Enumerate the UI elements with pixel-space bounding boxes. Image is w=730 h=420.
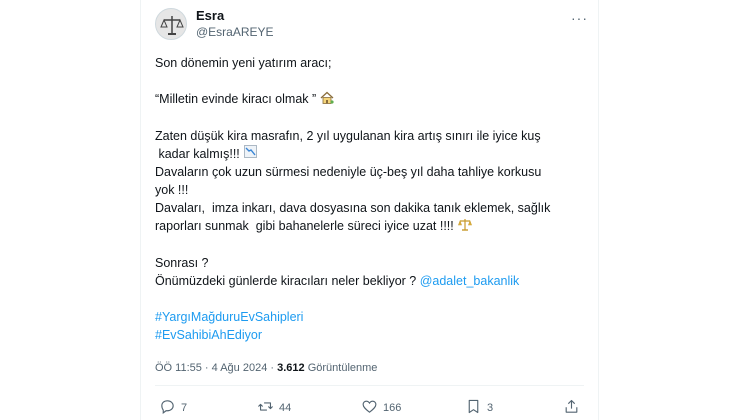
tweet-line: raporları sunmak gibi bahanelerle süreci… — [155, 217, 585, 236]
repost-icon — [257, 398, 274, 418]
tweet-body: Son dönemin yeni yatırım aracı; “Milleti… — [155, 54, 585, 344]
chart-decreasing-icon — [243, 145, 257, 163]
share-icon — [563, 398, 580, 418]
tweet-meta: ÖÖ 11:55 · 4 Ağu 2024 · 3.612 Görüntülen… — [155, 362, 377, 374]
author-name[interactable]: Esra — [196, 8, 224, 23]
tweet-line: Son dönemin yeni yatırım aracı; — [155, 56, 332, 70]
reply-count: 7 — [181, 402, 188, 414]
house-with-garden-icon — [320, 91, 334, 109]
hashtag-link[interactable]: #EvSahibiAhEdiyor — [155, 326, 585, 344]
bookmark-icon — [465, 398, 482, 418]
tweet-line: Zaten düşük kira masrafın, 2 yıl uygulan… — [155, 128, 541, 143]
repost-count: 44 — [279, 402, 292, 414]
hashtag-link[interactable]: #YargıMağduruEvSahipleri — [155, 308, 585, 326]
author-handle[interactable]: @EsraAREYE — [196, 25, 274, 39]
tweet-line: yok !!! — [155, 183, 189, 198]
more-options-icon[interactable]: ··· — [571, 10, 588, 26]
view-count: 3.612 — [277, 362, 305, 374]
divider — [155, 385, 584, 386]
like-button[interactable]: 166 — [361, 398, 401, 418]
tweet-line: Önümüzdeki günlerde kiracıları neler bek… — [155, 274, 520, 289]
tweet-line: Davaları, imza inkarı, dava dosyasına so… — [155, 201, 551, 216]
tweet-line: Davaların çok uzun sürmesi nedeniyle üç-… — [155, 165, 542, 180]
reply-icon — [159, 398, 176, 418]
tweet-line: “Milletin evinde kiracı olmak ” — [155, 90, 585, 109]
action-bar: 7 44 166 3 — [155, 398, 584, 418]
heart-icon — [361, 398, 378, 418]
bookmark-button[interactable]: 3 — [465, 398, 493, 418]
balance-scale-icon — [457, 218, 472, 236]
share-button[interactable] — [563, 398, 580, 418]
views-label: Görüntülenme — [304, 362, 378, 374]
like-count: 166 — [383, 402, 402, 414]
bookmark-count: 3 — [487, 402, 494, 414]
reply-button[interactable]: 7 — [159, 398, 187, 418]
mention-link[interactable]: @adalet_bakanlik — [420, 274, 520, 288]
timestamp-link[interactable]: ÖÖ 11:55 · 4 Ağu 2024 · — [155, 362, 277, 374]
repost-button[interactable]: 44 — [257, 398, 291, 418]
tweet-line: Sonrası ? — [155, 256, 209, 271]
tweet-line: kadar kalmış!!! — [155, 145, 585, 164]
tweet-card: Esra @EsraAREYE ··· Son dönemin yeni yat… — [140, 0, 599, 420]
avatar[interactable] — [155, 8, 187, 40]
